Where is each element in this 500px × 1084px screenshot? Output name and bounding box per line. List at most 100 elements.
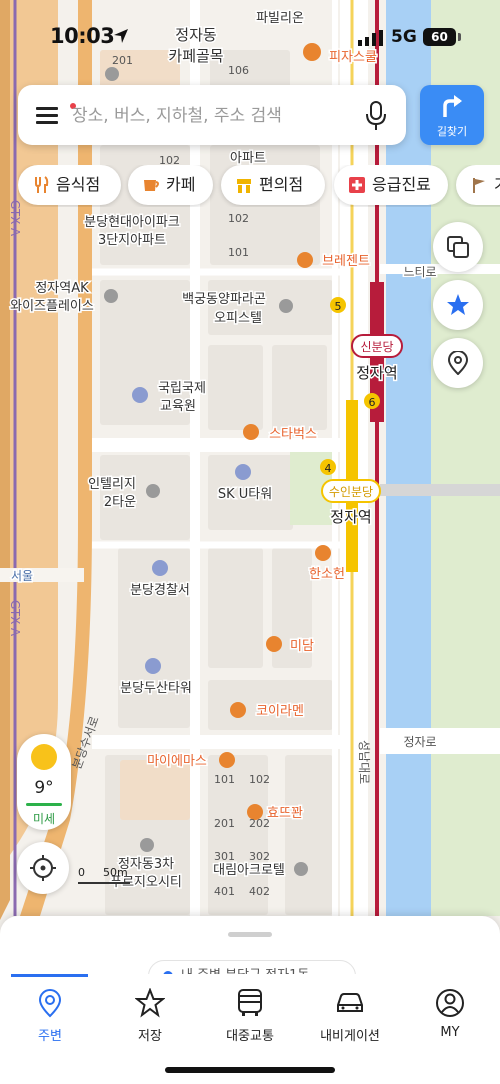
map-label: 느티로 <box>403 265 436 279</box>
scale-start: 0 <box>78 866 85 879</box>
map-label[interactable]: 아파트 <box>229 150 268 168</box>
map-building-number: 302 <box>249 850 270 863</box>
station-line-label-shinbundang[interactable]: 신분당 <box>360 340 393 354</box>
map-building-number: 201 <box>214 817 235 830</box>
map-label[interactable]: 스타벅스 <box>268 426 319 444</box>
map-label[interactable]: 분당현대아이파크 <box>83 214 182 232</box>
map-exit-number: 4 <box>325 462 332 475</box>
category-label: 카페 <box>166 175 196 194</box>
category-chips: 음식점 카페 편의점 응급진료 기 <box>18 165 500 207</box>
map-label[interactable]: 코이라멘 <box>255 703 306 721</box>
map-building-number: 401 <box>214 885 235 898</box>
network-type: 5G <box>391 27 417 47</box>
tab-label: 내비게이션 <box>320 1029 380 1044</box>
tab-saved[interactable]: 저장 <box>100 988 200 1048</box>
signal-icon <box>358 30 383 46</box>
map-road-label: 성남대로 <box>357 740 371 784</box>
map-label[interactable]: 백궁동양파라곤 <box>181 291 268 309</box>
location-pin-icon <box>447 351 469 375</box>
map-label[interactable]: 효뜨꽌 <box>266 805 305 823</box>
category-chip-convenience[interactable]: 편의점 <box>221 165 325 205</box>
sun-icon <box>31 744 57 770</box>
current-location-button[interactable] <box>17 842 69 894</box>
map-label[interactable]: 인텔리지 <box>87 476 138 494</box>
directions-label: 길찾기 <box>436 125 468 138</box>
layers-icon <box>447 236 469 258</box>
dust-label: 미세 <box>32 812 56 826</box>
location-pin-icon <box>38 989 62 1018</box>
map-label[interactable]: 정자역AK <box>34 280 91 298</box>
map-scale: 0 50m <box>78 866 138 886</box>
station-name-shinbundang[interactable]: 정자역 <box>355 363 399 384</box>
store-icon <box>237 179 251 193</box>
fork-knife-icon <box>35 176 49 193</box>
directions-button[interactable]: 길찾기 <box>420 85 484 145</box>
weather-temperature: 9° <box>34 778 54 798</box>
layers-button[interactable] <box>433 222 483 272</box>
map-label[interactable]: 와이즈플레이스 <box>9 298 96 316</box>
map-exit-number: 5 <box>335 300 342 313</box>
tab-label: 대중교통 <box>226 1029 274 1044</box>
map-building-number: 301 <box>214 850 235 863</box>
map-label[interactable]: 대림아크로텔 <box>212 862 287 880</box>
map-label: 정자로 <box>403 735 436 749</box>
tab-nearby[interactable]: 주변 <box>0 988 100 1048</box>
map-building-number: 102 <box>249 773 270 786</box>
place-pin-button[interactable] <box>433 338 483 388</box>
map-label[interactable]: 분당경찰서 <box>129 582 192 600</box>
category-label: 음식점 <box>56 175 101 194</box>
map-label[interactable]: 교육원 <box>159 398 198 416</box>
map-building-number: 402 <box>249 885 270 898</box>
tab-my[interactable]: MY <box>400 988 500 1048</box>
map-road-label: GTX-A <box>8 600 22 637</box>
star-icon <box>135 988 165 1018</box>
tab-label: 저장 <box>138 1029 162 1044</box>
battery-cap <box>458 33 461 41</box>
crosshair-icon <box>30 855 56 881</box>
map-label[interactable]: 분당두산타워 <box>119 680 194 698</box>
active-tab-indicator <box>11 974 88 977</box>
station-name-suin-bundang[interactable]: 정자역 <box>329 507 373 528</box>
favorites-button[interactable] <box>433 280 483 330</box>
battery-icon: 60 <box>423 28 456 46</box>
category-chip-emergency[interactable]: 응급진료 <box>334 165 448 205</box>
user-icon <box>436 989 464 1017</box>
station-line-label-suin-bundang[interactable]: 수인분당 <box>329 485 373 499</box>
map-building-number: 202 <box>249 817 270 830</box>
map-label[interactable]: 오피스텔 <box>213 310 264 328</box>
map-label[interactable]: 2타운 <box>102 494 137 512</box>
tab-public-transit[interactable]: 대중교통 <box>200 988 300 1048</box>
map-label[interactable]: 한소헌 <box>308 566 347 584</box>
microphone-icon[interactable] <box>364 101 388 131</box>
flag-icon <box>473 178 485 193</box>
menu-icon[interactable] <box>36 103 76 125</box>
medical-cross-icon <box>349 177 365 193</box>
category-label: 기 <box>494 165 500 205</box>
tab-navigation[interactable]: 내비게이션 <box>300 988 400 1048</box>
category-label: 응급진료 <box>372 175 431 194</box>
map-label[interactable]: 3단지아파트 <box>96 232 167 250</box>
map-building-number: 101 <box>228 246 249 259</box>
map-label[interactable]: 미담 <box>289 638 316 656</box>
scale-distance: 50m <box>103 866 128 879</box>
coffee-cup-icon <box>144 180 159 191</box>
dust-indicator-bar <box>26 803 62 806</box>
map-exit-number: 6 <box>369 396 376 409</box>
tab-label: 주변 <box>38 1029 62 1044</box>
search-bar[interactable] <box>18 85 406 145</box>
category-chip-more[interactable]: 기 <box>456 165 500 205</box>
weather-widget[interactable]: 9° 미세 <box>17 734 71 830</box>
sheet-drag-handle[interactable] <box>228 932 272 937</box>
tab-label: MY <box>440 1025 460 1040</box>
home-indicator <box>165 1067 335 1073</box>
car-icon <box>337 993 363 1012</box>
category-chip-cafe[interactable]: 카페 <box>128 165 213 205</box>
bus-icon <box>238 989 262 1016</box>
map-label[interactable]: 국립국제 <box>157 380 208 398</box>
category-chip-restaurant[interactable]: 음식점 <box>18 165 121 205</box>
map-label[interactable]: SK U타워 <box>216 486 273 504</box>
map-label: 서울 <box>11 569 33 583</box>
map-label[interactable]: 브레젠트 <box>321 253 372 271</box>
map-label[interactable]: 마이에마스 <box>146 753 209 771</box>
search-input[interactable] <box>70 99 354 133</box>
